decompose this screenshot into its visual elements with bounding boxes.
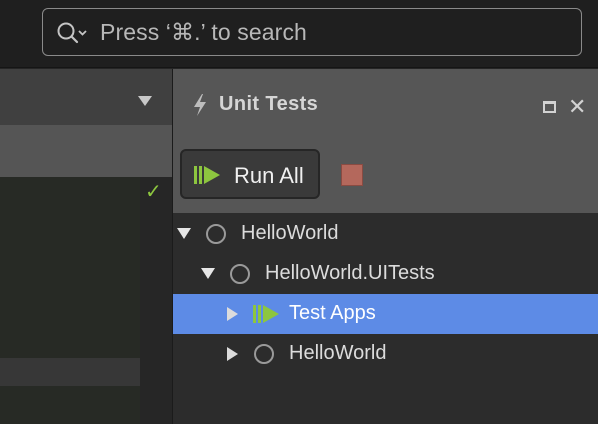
run-all-button[interactable]: Run All <box>180 149 320 199</box>
running-status-icon <box>253 305 279 323</box>
tree-row-label: HelloWorld <box>241 222 339 244</box>
editor-area: ✓ <box>0 69 172 424</box>
pad-title: Unit Tests <box>219 93 319 115</box>
tree-row[interactable]: HelloWorld <box>173 334 598 374</box>
main-toolbar: Press ‘⌘.’ to search <box>0 0 598 68</box>
editor-tab-strip <box>0 69 172 125</box>
tree-row-label: HelloWorld.UITests <box>265 262 435 284</box>
stop-button[interactable] <box>341 164 363 186</box>
search-icon <box>57 22 87 44</box>
not-run-status-icon <box>230 264 250 284</box>
close-icon[interactable]: ✕ <box>568 96 586 118</box>
tree-row[interactable]: HelloWorld.UITests <box>173 254 598 294</box>
checkmark-icon: ✓ <box>145 181 162 203</box>
collapsed-arrow-icon[interactable] <box>227 307 238 321</box>
maximize-icon[interactable] <box>543 101 556 113</box>
pad-toolbar: Run All <box>173 139 598 213</box>
unit-tests-pad: Unit Tests ✕ Run All HelloWorld HelloWor… <box>172 69 598 424</box>
expanded-arrow-icon[interactable] <box>201 268 215 279</box>
tree-row-selected[interactable]: Test Apps <box>173 294 598 334</box>
pad-header: Unit Tests ✕ <box>173 69 598 139</box>
expanded-arrow-icon[interactable] <box>177 228 191 239</box>
current-line-highlight <box>0 358 140 386</box>
search-field[interactable]: Press ‘⌘.’ to search <box>42 8 582 56</box>
tree-row-label: HelloWorld <box>289 342 387 364</box>
collapsed-arrow-icon[interactable] <box>227 347 238 361</box>
test-tree: HelloWorld HelloWorld.UITests Test Apps … <box>173 214 598 424</box>
run-all-label: Run All <box>234 163 304 188</box>
run-icon <box>194 166 220 184</box>
tab-dropdown-icon[interactable] <box>138 96 152 106</box>
search-placeholder: Press ‘⌘.’ to search <box>100 19 307 45</box>
not-run-status-icon <box>206 224 226 244</box>
editor-navigation-bar <box>0 125 172 177</box>
editor-scrollbar[interactable] <box>140 177 172 424</box>
tree-row[interactable]: HelloWorld <box>173 214 598 254</box>
lightning-icon <box>194 94 206 116</box>
not-run-status-icon <box>254 344 274 364</box>
tree-row-label: Test Apps <box>289 302 376 324</box>
code-editor[interactable] <box>0 177 140 424</box>
